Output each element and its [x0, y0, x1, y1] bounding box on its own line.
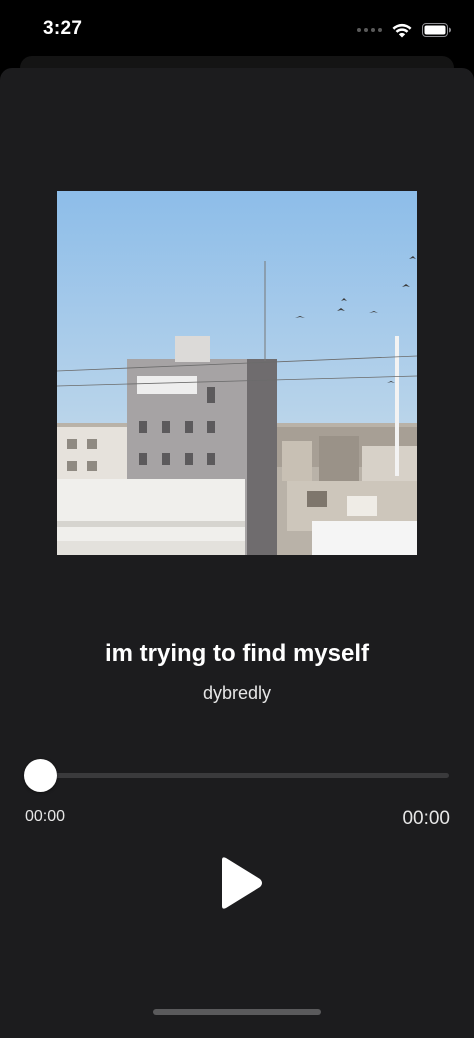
status-icons [357, 20, 452, 40]
album-artwork-photo [57, 191, 417, 555]
wifi-icon [392, 23, 412, 37]
home-indicator[interactable] [153, 1009, 321, 1015]
album-artwork [57, 191, 417, 555]
song-artist: dybredly [202, 683, 272, 703]
status-bar: 3:27 [0, 0, 474, 60]
progress-slider-track[interactable] [40, 773, 449, 778]
signal-dots-icon [357, 28, 382, 32]
play-icon [222, 857, 262, 909]
total-time: 00:00 [402, 808, 450, 829]
play-button[interactable] [210, 852, 270, 914]
song-title: im trying to find myself [104, 640, 370, 667]
progress-slider-thumb[interactable] [24, 759, 57, 792]
status-time: 3:27 [43, 18, 83, 39]
elapsed-time: 00:00 [25, 808, 66, 825]
battery-icon [422, 23, 451, 37]
